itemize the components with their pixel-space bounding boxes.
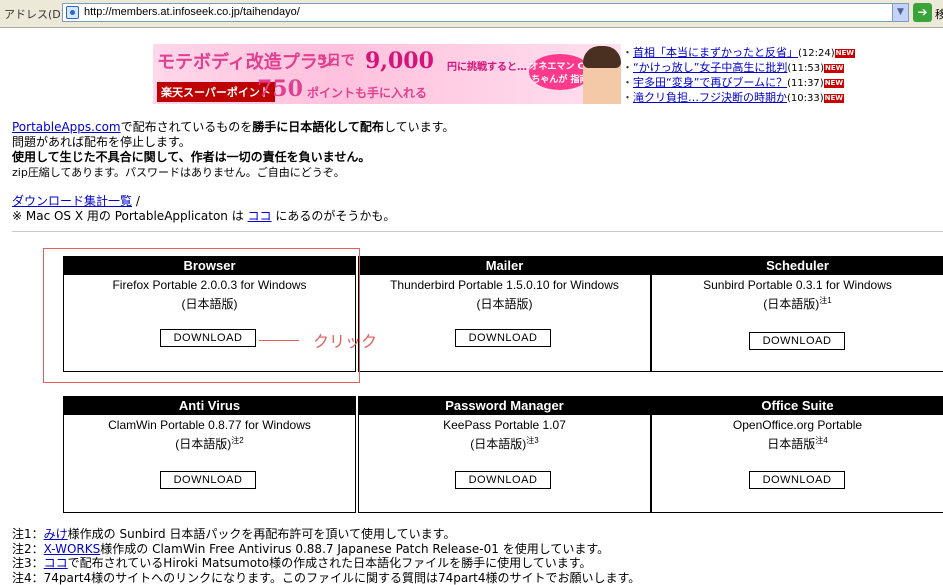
mac-note-text: ※ Mac OS X 用の PortableApplicaton は bbox=[12, 209, 248, 223]
banner-days: 5日で bbox=[317, 50, 355, 70]
product-sub: (日本語版) bbox=[470, 437, 526, 451]
banner-person-image bbox=[583, 46, 621, 104]
intro-text-part: で配布されているものを bbox=[121, 120, 253, 134]
footnotes: 注1：みけ様作成の Sunbird 日本語パックを再配布許可を頂いて使用していま… bbox=[12, 527, 640, 585]
product-cell-mailer: Mailer Thunderbird Portable 1.5.0.10 for… bbox=[358, 256, 651, 372]
separator: / bbox=[132, 194, 140, 208]
new-badge: NEW bbox=[824, 79, 844, 88]
footnote: 注3：ココで配布されているHiroki Matsumoto様の作成された日本語化… bbox=[12, 556, 640, 571]
footnote-link[interactable]: みけ bbox=[44, 527, 68, 541]
chevron-down-icon[interactable]: ▼ bbox=[892, 3, 909, 22]
product-cell-password-manager: Password Manager KeePass Portable 1.07 (… bbox=[358, 396, 651, 513]
product-note: 注4 bbox=[815, 436, 827, 445]
category-header: Office Suite bbox=[652, 397, 943, 415]
news-item: ・首相「本当にまずかったと反省」(12:24)NEW bbox=[622, 45, 857, 60]
footnote: 注4：74part4様のサイトへのリンクになります。このファイルに関する質問は7… bbox=[12, 571, 640, 585]
intro-line-4: zip圧縮してあります。パスワードはありません。ご自由にどうぞ。 bbox=[12, 165, 454, 180]
download-button[interactable]: DOWNLOAD bbox=[455, 471, 551, 489]
portableapps-link[interactable]: PortableApps.com bbox=[12, 120, 121, 134]
download-links: ダウンロード集計一覧 / ※ Mac OS X 用の PortableAppli… bbox=[12, 194, 395, 224]
product-note: 注1 bbox=[819, 296, 831, 305]
footnote: 注2：X-WORKS様作成の ClamWin Free Antivirus 0.… bbox=[12, 542, 640, 557]
page-icon bbox=[66, 6, 79, 19]
news-link[interactable]: 滝クリ負担…フジ決断の時期か bbox=[633, 91, 787, 104]
download-button[interactable]: DOWNLOAD bbox=[160, 471, 256, 489]
address-url: http://members.at.infoseek.co.jp/taihend… bbox=[84, 6, 300, 18]
news-link[interactable]: 首相「本当にまずかったと反省」 bbox=[633, 46, 798, 59]
banner-ad[interactable]: モテボディ改造プラン 5日で 9,000 円に挑戦すると… 楽天スーパーポイント… bbox=[153, 44, 621, 104]
banner-amount: 9,000 bbox=[365, 48, 434, 74]
news-link[interactable]: “かけっ放し”女子中高生に批判 bbox=[633, 61, 787, 74]
mac-note-text: にあるのがそうかも。 bbox=[272, 209, 396, 223]
new-badge: NEW bbox=[824, 64, 844, 73]
divider bbox=[12, 231, 943, 232]
category-header: Mailer bbox=[359, 257, 650, 275]
download-button[interactable]: DOWNLOAD bbox=[749, 471, 845, 489]
footnote-link[interactable]: X-WORKS bbox=[44, 542, 101, 556]
download-stats-link[interactable]: ダウンロード集計一覧 bbox=[12, 194, 132, 208]
product-name: ClamWin Portable 0.8.77 for Windows bbox=[64, 418, 355, 433]
banner-points-suffix: ポイントも手に入れる bbox=[307, 84, 427, 101]
news-item: ・宇多田“変身”で再びブームに？(11:37)NEW bbox=[622, 75, 857, 90]
product-sub: (日本語版) bbox=[175, 437, 231, 451]
product-sub: (日本語版) bbox=[477, 297, 533, 311]
click-annotation: クリック bbox=[313, 328, 377, 352]
news-list: ・首相「本当にまずかったと反省」(12:24)NEW ・“かけっ放し”女子中高生… bbox=[622, 45, 857, 105]
intro-line-2: 問題があれば配布を停止します。 bbox=[12, 135, 454, 150]
footnote-link[interactable]: ココ bbox=[44, 556, 68, 570]
new-badge: NEW bbox=[835, 49, 855, 58]
category-header: Anti Virus bbox=[64, 397, 355, 415]
new-badge: NEW bbox=[824, 94, 844, 103]
disclaimer: 使用して生じた不具合に関して、作者は一切の責任を負いません。 bbox=[12, 150, 370, 164]
banner-badge: オネエマン CCちゃんが 指南 bbox=[529, 54, 591, 90]
news-time: (11:53) bbox=[787, 63, 824, 74]
footnote: 注1：みけ様作成の Sunbird 日本語パックを再配布許可を頂いて使用していま… bbox=[12, 527, 640, 542]
go-label[interactable]: 移 bbox=[935, 6, 943, 22]
product-note: 注3 bbox=[526, 436, 538, 445]
category-header: Password Manager bbox=[359, 397, 650, 415]
intro-emphasis: 勝手に日本語化して配布 bbox=[252, 120, 384, 134]
address-label: アドレス(D) bbox=[4, 6, 65, 22]
product-note: 注2 bbox=[231, 436, 243, 445]
news-item: ・“かけっ放し”女子中高生に批判(11:53)NEW bbox=[622, 60, 857, 75]
news-time: (10:33) bbox=[787, 93, 824, 104]
news-time: (12:24) bbox=[798, 48, 835, 59]
product-cell-office-suite: Office Suite OpenOffice.org Portable 日本語… bbox=[651, 396, 943, 513]
news-item: ・滝クリ負担…フジ決断の時期か(10:33)NEW bbox=[622, 90, 857, 105]
banner-amount-suffix: 円に挑戦すると… bbox=[447, 58, 527, 73]
mac-link[interactable]: ココ bbox=[248, 209, 272, 223]
download-button[interactable]: DOWNLOAD bbox=[749, 332, 845, 350]
news-time: (11:37) bbox=[787, 78, 824, 89]
product-name: Sunbird Portable 0.3.1 for Windows bbox=[652, 278, 943, 293]
product-name: OpenOffice.org Portable bbox=[652, 418, 943, 433]
product-sub: 日本語版 bbox=[767, 437, 815, 451]
intro-text-part: しています。 bbox=[384, 120, 454, 134]
category-header: Scheduler bbox=[652, 257, 943, 275]
highlight-box bbox=[43, 248, 360, 383]
banner-points: 750 bbox=[257, 76, 303, 102]
address-bar: アドレス(D) http://members.at.infoseek.co.jp… bbox=[0, 0, 943, 28]
annotation-line bbox=[259, 340, 299, 341]
product-sub: (日本語版) bbox=[763, 297, 819, 311]
product-name: KeePass Portable 1.07 bbox=[359, 418, 650, 433]
news-link[interactable]: 宇多田“変身”で再びブームに？ bbox=[633, 76, 787, 89]
go-arrow-icon[interactable]: ➔ bbox=[913, 3, 932, 22]
product-name: Thunderbird Portable 1.5.0.10 for Window… bbox=[359, 278, 650, 293]
banner-headline: モテボディ改造プラン bbox=[157, 48, 336, 74]
download-button[interactable]: DOWNLOAD bbox=[455, 329, 551, 347]
product-cell-antivirus: Anti Virus ClamWin Portable 0.8.77 for W… bbox=[63, 396, 356, 513]
address-input[interactable]: http://members.at.infoseek.co.jp/taihend… bbox=[62, 3, 908, 22]
intro-text: PortableApps.comで配布されているものを勝手に日本語化して配布して… bbox=[12, 120, 454, 180]
product-cell-scheduler: Scheduler Sunbird Portable 0.3.1 for Win… bbox=[651, 256, 943, 372]
